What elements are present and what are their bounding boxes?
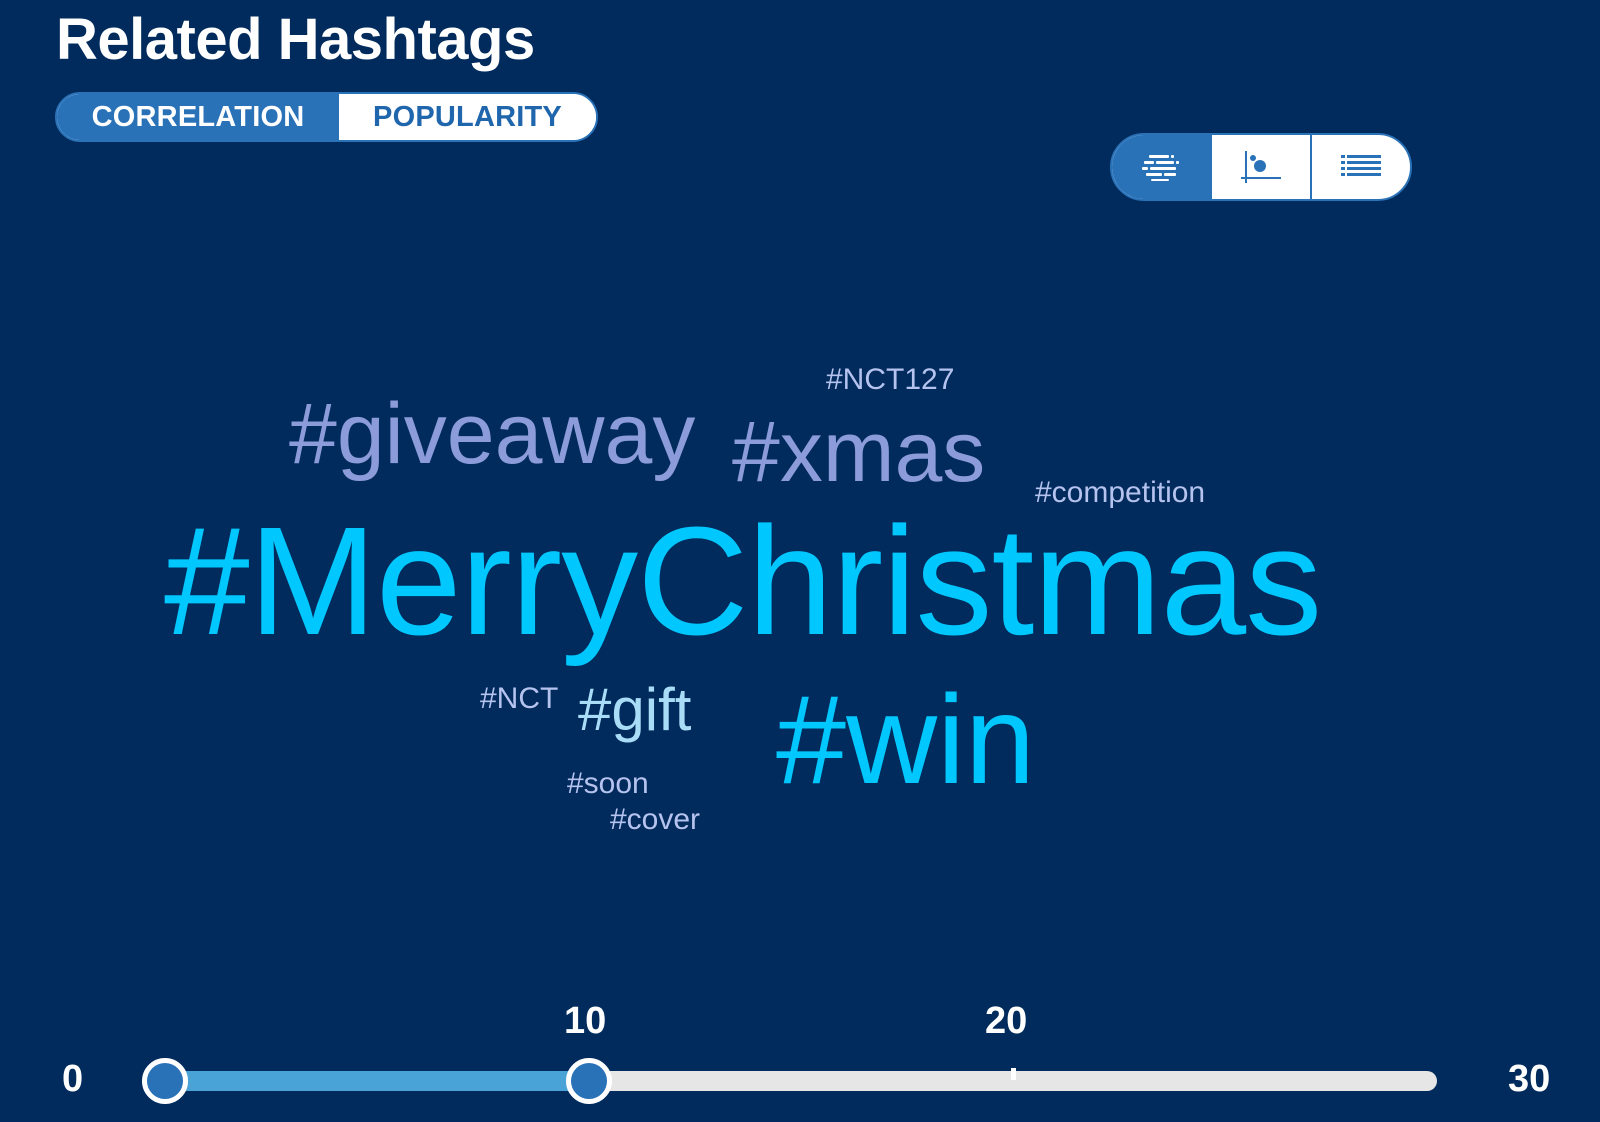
hashtag-word[interactable]: #win: [776, 677, 1035, 803]
slider-tick-mark: [1010, 1068, 1016, 1080]
hashtag-word[interactable]: #MerryChristmas: [164, 504, 1322, 658]
hashtag-word[interactable]: #giveaway: [289, 391, 695, 477]
hashtag-word[interactable]: #soon: [567, 769, 649, 799]
slider-max-label: 30: [1508, 1058, 1551, 1100]
hashtag-word[interactable]: #cover: [610, 805, 700, 835]
hashtag-word[interactable]: #NCT127: [826, 365, 954, 395]
word-cloud-view-button[interactable]: [1112, 135, 1212, 199]
word-cloud-icon: [1142, 155, 1179, 181]
hashtag-word[interactable]: #xmas: [732, 409, 985, 495]
scatter-plot-icon: [1241, 151, 1281, 183]
list-icon: [1341, 155, 1381, 176]
slider-tick-label: 10: [564, 1000, 607, 1042]
hashtag-word[interactable]: #competition: [1035, 478, 1205, 508]
hashtag-word[interactable]: #NCT: [480, 684, 558, 714]
view-toggle: [1110, 133, 1412, 201]
slider-max-handle[interactable]: [566, 1058, 612, 1104]
list-view-button[interactable]: [1312, 135, 1410, 199]
slider-tick-label: 20: [985, 1000, 1028, 1042]
slider-selected-range: [165, 1071, 589, 1091]
popularity-tab[interactable]: POPULARITY: [339, 94, 596, 140]
scatter-view-button[interactable]: [1212, 135, 1312, 199]
hashtag-word[interactable]: #gift: [578, 680, 691, 740]
sort-toggle: CORRELATION POPULARITY: [55, 92, 598, 142]
correlation-tab[interactable]: CORRELATION: [57, 94, 339, 140]
slider-min-handle[interactable]: [142, 1058, 188, 1104]
slider-track[interactable]: [165, 1071, 1437, 1091]
page-title: Related Hashtags: [56, 7, 535, 72]
slider-min-label: 0: [62, 1058, 84, 1100]
